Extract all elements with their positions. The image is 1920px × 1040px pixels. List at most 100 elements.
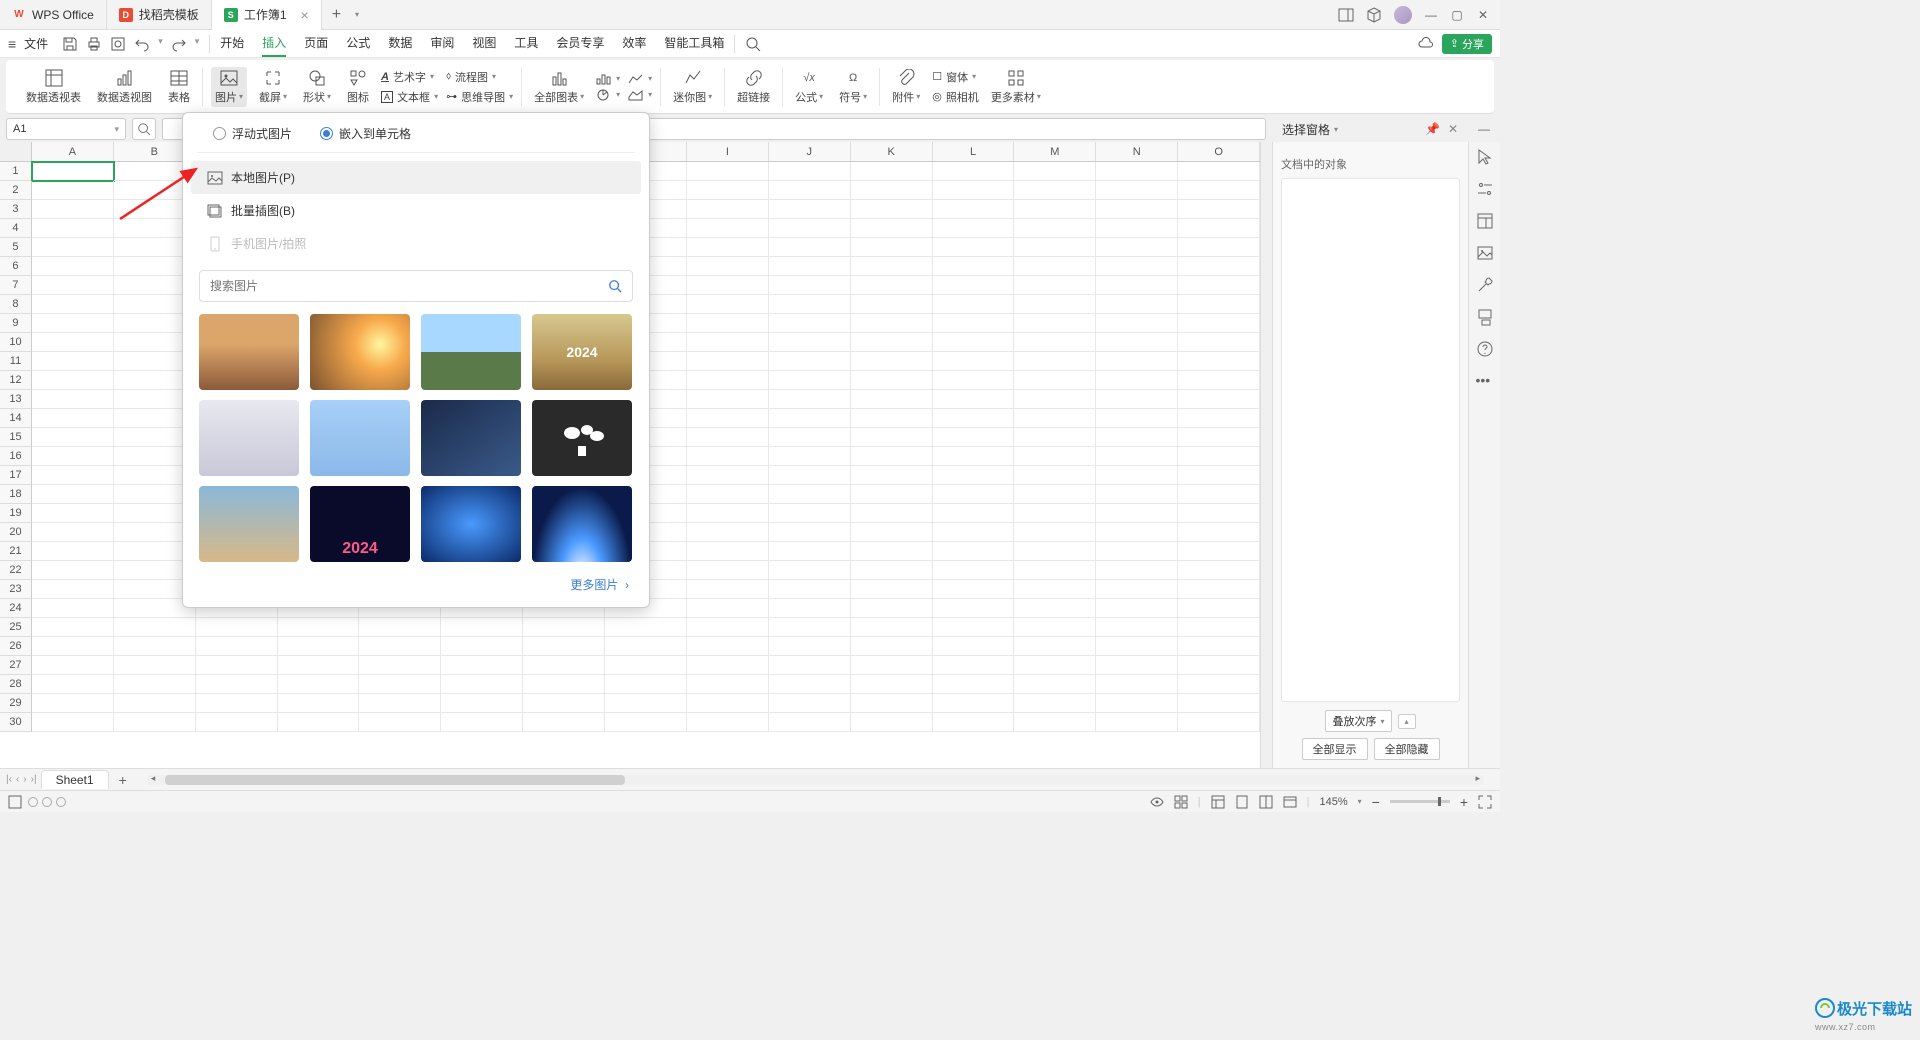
cell[interactable]	[933, 504, 1015, 523]
fullscreen-icon[interactable]	[1478, 795, 1492, 809]
area-chart-button[interactable]: ▾	[628, 89, 652, 101]
cell[interactable]	[851, 447, 933, 466]
cell[interactable]	[32, 580, 114, 599]
shape-button[interactable]: 形状▾	[299, 67, 335, 107]
cursor-icon[interactable]	[1476, 148, 1494, 166]
cell[interactable]	[1014, 371, 1096, 390]
cell[interactable]	[769, 200, 851, 219]
eye-icon[interactable]	[1150, 795, 1164, 809]
row-header[interactable]: 29	[0, 694, 32, 713]
cell[interactable]	[687, 542, 769, 561]
cell[interactable]	[933, 599, 1015, 618]
cell[interactable]	[769, 181, 851, 200]
image-search-input[interactable]	[210, 279, 608, 293]
tools-panel-icon[interactable]	[1476, 276, 1494, 294]
undo-icon[interactable]	[134, 36, 150, 52]
cell[interactable]	[1178, 371, 1260, 390]
cloud-icon[interactable]	[1418, 36, 1434, 52]
tab-smart[interactable]: 智能工具箱	[664, 30, 724, 57]
pin-icon[interactable]: 📌	[1425, 122, 1440, 136]
select-all-corner[interactable]	[0, 142, 32, 161]
cell[interactable]	[933, 409, 1015, 428]
window-minimize-button[interactable]: —	[1424, 8, 1438, 22]
col-header[interactable]: A	[32, 142, 114, 161]
cell[interactable]	[851, 561, 933, 580]
cell[interactable]	[441, 675, 523, 694]
cell[interactable]	[769, 599, 851, 618]
cell[interactable]	[1014, 238, 1096, 257]
cell[interactable]	[933, 352, 1015, 371]
redo-dropdown[interactable]: ▾	[195, 36, 200, 52]
cell[interactable]	[441, 694, 523, 713]
cell[interactable]	[441, 713, 523, 732]
cell[interactable]	[1014, 580, 1096, 599]
cell[interactable]	[359, 675, 441, 694]
cell[interactable]	[769, 409, 851, 428]
share-button[interactable]: ⇪ 分享	[1442, 34, 1492, 54]
more-materials-button[interactable]: 更多素材▾	[987, 67, 1045, 107]
cell[interactable]	[769, 675, 851, 694]
cell[interactable]	[278, 637, 360, 656]
split-view-icon[interactable]	[1259, 795, 1273, 809]
cell[interactable]	[1178, 561, 1260, 580]
cell[interactable]	[32, 333, 114, 352]
cell[interactable]	[851, 523, 933, 542]
cell[interactable]	[196, 713, 278, 732]
status-mode-icon[interactable]	[8, 795, 22, 809]
cell[interactable]	[769, 485, 851, 504]
scroll-left-icon[interactable]: ◂	[151, 773, 156, 784]
cell[interactable]	[851, 219, 933, 238]
cell[interactable]	[851, 314, 933, 333]
cell[interactable]	[32, 466, 114, 485]
cell[interactable]	[687, 447, 769, 466]
cell[interactable]	[1096, 485, 1178, 504]
image-search-box[interactable]	[199, 270, 633, 302]
row-header[interactable]: 9	[0, 314, 32, 333]
cell[interactable]	[114, 694, 196, 713]
cell[interactable]	[851, 599, 933, 618]
cell[interactable]	[1014, 390, 1096, 409]
cell[interactable]	[32, 694, 114, 713]
row-header[interactable]: 5	[0, 238, 32, 257]
cell[interactable]	[32, 276, 114, 295]
cell[interactable]	[1096, 504, 1178, 523]
fx-button[interactable]	[132, 118, 156, 140]
row-header[interactable]: 7	[0, 276, 32, 295]
row-header[interactable]: 27	[0, 656, 32, 675]
cell[interactable]	[769, 447, 851, 466]
hide-all-button[interactable]: 全部隐藏	[1374, 738, 1440, 760]
cell[interactable]	[32, 257, 114, 276]
cell[interactable]	[605, 637, 687, 656]
cell[interactable]	[687, 485, 769, 504]
cell[interactable]	[1096, 580, 1178, 599]
cell[interactable]	[1096, 599, 1178, 618]
cell[interactable]	[687, 333, 769, 352]
cell[interactable]	[769, 561, 851, 580]
cell[interactable]	[1014, 694, 1096, 713]
bar-chart-button[interactable]: ▾	[596, 73, 620, 85]
row-header[interactable]: 3	[0, 200, 32, 219]
cell[interactable]	[1096, 675, 1178, 694]
attachment-button[interactable]: 附件▾	[888, 67, 924, 107]
row-header[interactable]: 26	[0, 637, 32, 656]
cell[interactable]	[523, 618, 605, 637]
cell[interactable]	[523, 656, 605, 675]
cell[interactable]	[769, 162, 851, 181]
redo-icon[interactable]	[171, 36, 187, 52]
scrollbar-thumb[interactable]	[165, 775, 625, 785]
cell[interactable]	[851, 371, 933, 390]
cell[interactable]	[1014, 314, 1096, 333]
undo-dropdown[interactable]: ▾	[158, 36, 163, 52]
cell[interactable]	[1096, 333, 1178, 352]
cell[interactable]	[523, 694, 605, 713]
cell[interactable]	[1178, 542, 1260, 561]
cell[interactable]	[851, 713, 933, 732]
cell[interactable]	[851, 276, 933, 295]
cell[interactable]	[278, 618, 360, 637]
cell[interactable]	[196, 675, 278, 694]
cell[interactable]	[1014, 713, 1096, 732]
cell[interactable]	[687, 409, 769, 428]
cell[interactable]	[1096, 637, 1178, 656]
cell[interactable]	[933, 181, 1015, 200]
cell[interactable]	[1014, 504, 1096, 523]
